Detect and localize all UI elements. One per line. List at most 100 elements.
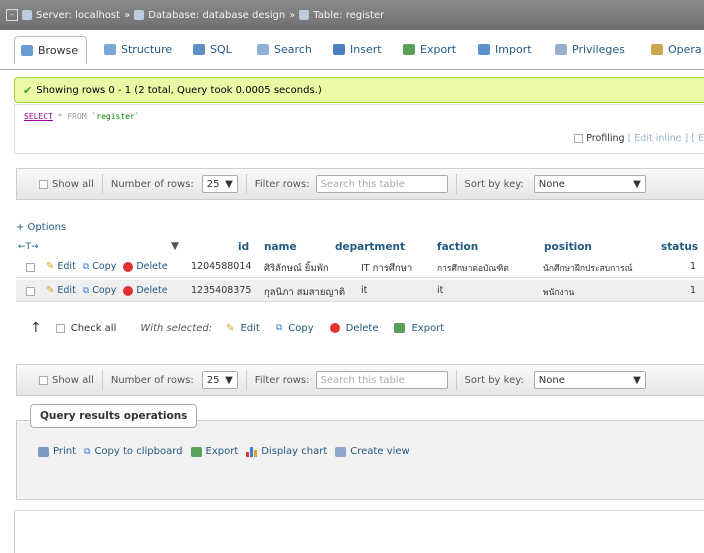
multi-export-button[interactable]: Export [411, 323, 444, 334]
show-all-checkbox[interactable] [39, 179, 48, 189]
column-arrows[interactable]: ←T→ [18, 242, 39, 252]
sort-by-key-label: Sort by key: [464, 178, 524, 190]
search-icon [257, 43, 269, 55]
tab-label: Export [420, 42, 457, 56]
delete-icon [329, 323, 340, 333]
copy-link[interactable]: Copy [92, 285, 116, 296]
with-selected-label: With selected: [140, 322, 213, 334]
edit-inline-link[interactable]: [ Edit inline ] [628, 133, 689, 144]
tab-label: Privileges [572, 42, 625, 56]
tab-structure[interactable]: Structure [104, 36, 172, 62]
profiling-checkbox[interactable] [574, 134, 584, 143]
import-icon [478, 43, 490, 55]
tab-browse[interactable]: Browse [14, 36, 88, 64]
row-actions: ✎ Edit ⧉ Copy Delete [46, 261, 168, 272]
sql-text: * FROM [57, 112, 87, 121]
edit-link[interactable]: [ E [691, 133, 704, 144]
delete-icon [123, 285, 134, 296]
sort-by-key-select[interactable]: None ▼ [533, 175, 646, 193]
rows-select-value: 25 [206, 178, 220, 190]
cell-faction: it [437, 285, 444, 296]
print-link[interactable]: Print [53, 446, 76, 457]
success-text: Showing rows 0 - 1 (2 total, Query took … [36, 84, 322, 96]
delete-link[interactable]: Delete [136, 285, 167, 296]
divider [101, 174, 103, 194]
collapse-icon[interactable]: – [6, 9, 18, 21]
show-all-label: Show all [52, 178, 94, 190]
copy-to-clipboard-link[interactable]: Copy to clipboard [94, 446, 182, 457]
sort-by-key-select[interactable]: None ▼ [533, 371, 646, 389]
copy-icon: ⧉ [84, 446, 91, 457]
chart-icon [246, 446, 258, 457]
breadcrumb-table[interactable]: Table: register [313, 10, 384, 21]
rows-select[interactable]: 25 ▼ [201, 175, 238, 193]
tab-export[interactable]: Export [403, 36, 456, 62]
check-all-checkbox[interactable] [55, 323, 65, 333]
column-header-position[interactable]: position [544, 241, 592, 253]
sql-table: `register` [91, 112, 140, 121]
tab-import[interactable]: Import [478, 36, 532, 62]
rows-navigation-top: Show all Number of rows: 25 ▼ Filter rows… [16, 168, 704, 200]
sql-keyword[interactable]: SELECT [24, 112, 53, 121]
filter-rows-input[interactable]: Search this table [315, 371, 448, 389]
export-icon [403, 43, 415, 55]
copy-link[interactable]: Copy [92, 261, 116, 272]
row-checkbox[interactable] [26, 263, 35, 272]
cell-name: ศิริลักษณ์ ยิ้มพัก [264, 263, 329, 274]
query-results-links: Print ⧉ Copy to clipboard Export Display… [38, 446, 410, 457]
cell-id: 1235408375 [191, 285, 252, 296]
row-checkbox[interactable] [26, 287, 35, 296]
table-icon [299, 10, 310, 20]
sort-select-value: None [538, 178, 565, 190]
sort-dropdown-icon[interactable]: ▼ [171, 240, 179, 252]
divider [455, 370, 457, 390]
tab-privileges[interactable]: Privileges [555, 36, 625, 62]
edit-link[interactable]: Edit [57, 285, 75, 296]
column-header-department[interactable]: department [335, 241, 405, 253]
tab-sql[interactable]: SQL [193, 36, 232, 62]
structure-icon [104, 43, 116, 55]
tab-label: Browse [38, 43, 79, 57]
breadcrumb-server[interactable]: Server: localhost [36, 10, 120, 21]
display-chart-link[interactable]: Display chart [261, 446, 327, 457]
tab-label: Insert [350, 42, 382, 56]
privileges-icon [555, 43, 567, 55]
breadcrumb-separator: » [124, 9, 131, 21]
sql-icon [193, 43, 205, 55]
rows-navigation-bottom: Show all Number of rows: 25 ▼ Filter rows… [16, 364, 704, 396]
breadcrumb: – Server: localhost » Database: database… [0, 0, 704, 30]
cell-id: 1204588014 [191, 261, 252, 272]
sql-query: SELECT * FROM `register` [24, 112, 140, 121]
column-header-name[interactable]: name [264, 241, 297, 253]
tab-insert[interactable]: Insert [333, 36, 382, 62]
filter-rows-input[interactable]: Search this table [315, 175, 448, 193]
browse-icon [21, 44, 33, 56]
create-view-icon [335, 446, 347, 457]
rows-select[interactable]: 25 ▼ [201, 371, 238, 389]
divider [245, 174, 247, 194]
column-header-faction[interactable]: faction [437, 241, 478, 253]
check-all-label[interactable]: Check all [71, 323, 117, 334]
export-link[interactable]: Export [206, 446, 239, 457]
row-actions: ✎ Edit ⧉ Copy Delete [46, 285, 168, 296]
sort-by-key-label: Sort by key: [464, 374, 524, 386]
tab-operations[interactable]: Opera [651, 36, 702, 62]
create-view-link[interactable]: Create view [350, 446, 409, 457]
multi-delete-button[interactable]: Delete [346, 323, 379, 334]
multi-edit-button[interactable]: Edit [240, 323, 259, 334]
show-all-checkbox[interactable] [39, 375, 48, 385]
print-icon [38, 446, 49, 457]
edit-link[interactable]: Edit [57, 261, 75, 272]
cell-position: พนักงาน [543, 288, 575, 298]
chevron-down-icon: ▼ [633, 178, 641, 190]
breadcrumb-database[interactable]: Database: database design [148, 10, 285, 21]
column-header-id[interactable]: id [238, 241, 249, 253]
column-header-status[interactable]: status [661, 241, 698, 253]
cell-department: IT การศึกษา [361, 263, 413, 274]
multi-copy-button[interactable]: Copy [288, 323, 313, 334]
tab-search[interactable]: Search [257, 36, 312, 62]
delete-link[interactable]: Delete [136, 261, 167, 272]
tab-label: Structure [121, 42, 173, 56]
breadcrumb-separator: » [289, 9, 296, 21]
pencil-icon: ✎ [46, 285, 55, 296]
